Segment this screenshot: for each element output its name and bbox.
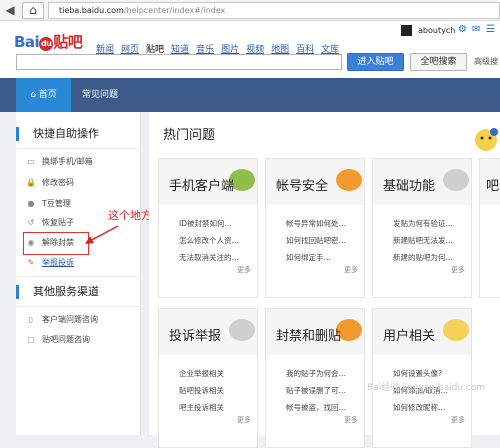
more-link[interactable]: 更多 bbox=[237, 415, 251, 425]
sidebar-item-label: 贴吧问题咨询 bbox=[42, 335, 90, 344]
settings-icon[interactable]: ⚙ bbox=[458, 24, 467, 35]
arrow-icon bbox=[85, 225, 119, 244]
sidebar-item-label: T豆管理 bbox=[42, 199, 71, 208]
sidebar-item-rebind[interactable]: ▭ 换绑手机/邮箱 bbox=[16, 152, 138, 172]
more-link[interactable]: 更多 bbox=[237, 265, 251, 275]
more-link[interactable]: 更多 bbox=[344, 415, 358, 425]
question-link[interactable]: 吧主投诉相关 bbox=[179, 399, 255, 416]
logo-text-right: 贴吧 bbox=[53, 33, 83, 51]
more-link[interactable]: 更多 bbox=[344, 265, 358, 275]
card-title: 基础功能 bbox=[383, 179, 436, 194]
back-icon[interactable]: ◀ bbox=[2, 2, 18, 18]
mascot-icon bbox=[475, 128, 498, 151]
sidebar-item-label: 客户端问题咨询 bbox=[42, 315, 98, 324]
tab-home[interactable]: ⌂ 首页 bbox=[16, 78, 71, 112]
card-report-complaint[interactable]: 投诉举报 企业举报相关 贴吧投诉相关 吧主投诉相关 更多 bbox=[158, 308, 258, 448]
card-links: 企业举报相关 贴吧投诉相关 吧主投诉相关 bbox=[179, 365, 255, 416]
sidebar-item-report[interactable]: ✎ 举报投诉 bbox=[16, 253, 138, 273]
sidebar-item-label: 修改密码 bbox=[42, 178, 74, 187]
question-link[interactable]: 企业举报相关 bbox=[179, 365, 255, 382]
question-link[interactable]: 我的贴子为何会… bbox=[286, 365, 362, 382]
question-link[interactable]: 发贴为何有验证… bbox=[393, 215, 469, 232]
speech-bubble-icon bbox=[229, 319, 255, 341]
card-links: ID被封禁如何… 怎么修改个人资… 无法取消关注的… bbox=[179, 215, 255, 266]
home-icon: ⌂ bbox=[30, 90, 39, 100]
highlight-box bbox=[23, 232, 89, 255]
card-account-security[interactable]: 帐号安全 帐号异常如何处… 如何找回贴吧密… 如何绑定手… 更多 bbox=[265, 158, 365, 298]
card-title: 吧 bbox=[486, 179, 500, 194]
phone-icon: ▭ bbox=[27, 157, 35, 166]
sidebar-item-label: 换绑手机/邮箱 bbox=[42, 157, 93, 166]
enter-tieba-button[interactable]: 进入贴吧 bbox=[347, 53, 404, 71]
mail-icon[interactable]: ✉ bbox=[472, 24, 480, 35]
card-title: 手机客户端 bbox=[169, 179, 235, 194]
hot-questions-title: 热门问题 bbox=[163, 128, 216, 143]
url-path: /helpcenter/index#/index bbox=[123, 6, 226, 15]
sidebar-item-password[interactable]: 🔒 修改密码 bbox=[16, 173, 138, 193]
question-link[interactable]: 怎么修改个人资… bbox=[179, 232, 255, 249]
message-icon[interactable]: ☰ bbox=[486, 24, 495, 35]
question-link[interactable]: 新建的贴吧为何… bbox=[393, 249, 469, 266]
divider bbox=[16, 148, 141, 149]
more-link[interactable]: 更多 bbox=[451, 415, 465, 425]
card-partial[interactable]: 吧 bbox=[479, 158, 500, 298]
chat-icon: ▢ bbox=[27, 335, 35, 344]
sidebar-item-tieba-help[interactable]: ▢ 贴吧问题咨询 bbox=[16, 330, 138, 350]
sidebar-item-label: 恢复贴子 bbox=[42, 218, 74, 227]
card-mobile-client[interactable]: 手机客户端 ID被封禁如何… 怎么修改个人资… 无法取消关注的… 更多 bbox=[158, 158, 258, 298]
more-link[interactable]: 更多 bbox=[451, 265, 465, 275]
advanced-search-link[interactable]: 高级搜 bbox=[474, 56, 498, 67]
home-icon[interactable]: ⌂ bbox=[22, 2, 44, 19]
address-bar[interactable]: tieba.baidu.com/helpcenter/index#/index bbox=[48, 2, 500, 19]
lock-icon: 🔒 bbox=[26, 178, 36, 187]
card-title: 帐号安全 bbox=[276, 179, 329, 194]
question-link[interactable]: 如何找回贴吧密… bbox=[286, 232, 362, 249]
question-link[interactable]: 无法取消关注的… bbox=[179, 249, 255, 266]
tab-home-label: 首页 bbox=[38, 90, 57, 100]
annotation-text: 这个地方 bbox=[108, 209, 152, 222]
paw-icon: du bbox=[39, 37, 54, 51]
card-links: 发贴为何有验证… 新建贴吧无法发… 新建的贴吧为何… bbox=[393, 215, 469, 266]
watermark: Bai经验 jingyan.baidu.com bbox=[367, 383, 486, 393]
mobile-icon: ▯ bbox=[28, 315, 34, 324]
question-link[interactable]: 帐号被盗，找回… bbox=[286, 399, 362, 416]
search-all-button[interactable]: 全吧搜索 bbox=[410, 53, 467, 71]
sidebar-title-quick: 快捷自助操作 bbox=[16, 127, 141, 141]
card-ban-delete[interactable]: 封禁和删贴 我的贴子为何会… 贴子被误删了可… 帐号被盗，找回… 更多 bbox=[265, 308, 365, 448]
divider bbox=[16, 306, 141, 307]
report-icon: ✎ bbox=[27, 258, 35, 267]
tab-faq[interactable]: 常见问题 bbox=[82, 78, 118, 112]
card-user-related[interactable]: 用户相关 如何设置头像? 如何添加/取消… 如何修改昵称… 更多 bbox=[372, 308, 472, 448]
card-links: 帐号异常如何处… 如何找回贴吧密… 如何绑定手… bbox=[286, 215, 362, 266]
question-link[interactable]: 如何绑定手… bbox=[286, 249, 362, 266]
coin-icon: ● bbox=[27, 199, 35, 208]
sidebar-item-label: 举报投诉 bbox=[42, 258, 74, 267]
restore-icon: ↺ bbox=[27, 218, 35, 227]
question-link[interactable]: 新建贴吧无法发… bbox=[393, 232, 469, 249]
sidebar-title-channels: 其他服务渠道 bbox=[16, 285, 141, 299]
question-link[interactable]: 帐号异常如何处… bbox=[286, 215, 362, 232]
question-link[interactable]: 如何修改昵称… bbox=[393, 399, 469, 416]
speech-bubble-icon bbox=[336, 169, 362, 191]
divider bbox=[16, 276, 141, 277]
card-title: 投诉举报 bbox=[169, 329, 222, 344]
tieba-logo[interactable]: Bai du 贴吧 bbox=[14, 33, 83, 51]
help-nav-bar bbox=[0, 78, 500, 112]
question-link[interactable]: ID被封禁如何… bbox=[179, 215, 255, 232]
card-title: 封禁和删贴 bbox=[276, 329, 342, 344]
card-title: 用户相关 bbox=[383, 329, 436, 344]
search-input[interactable] bbox=[16, 54, 342, 70]
card-links: 我的贴子为何会… 贴子被误删了可… 帐号被盗，找回… bbox=[286, 365, 362, 416]
user-avatar[interactable] bbox=[401, 25, 412, 36]
speech-bubble-icon bbox=[443, 169, 469, 191]
question-link[interactable]: 贴吧投诉相关 bbox=[179, 382, 255, 399]
username-link[interactable]: aboutych bbox=[418, 25, 455, 36]
url-host: tieba.baidu.com bbox=[59, 6, 124, 15]
logo-text-left: Bai bbox=[14, 33, 40, 51]
speech-bubble-icon bbox=[443, 319, 469, 341]
sidebar-item-client-help[interactable]: ▯ 客户端问题咨询 bbox=[16, 310, 138, 330]
question-link[interactable]: 贴子被误删了可… bbox=[286, 382, 362, 399]
card-basic-functions[interactable]: 基础功能 发贴为何有验证… 新建贴吧无法发… 新建的贴吧为何… 更多 bbox=[372, 158, 472, 298]
